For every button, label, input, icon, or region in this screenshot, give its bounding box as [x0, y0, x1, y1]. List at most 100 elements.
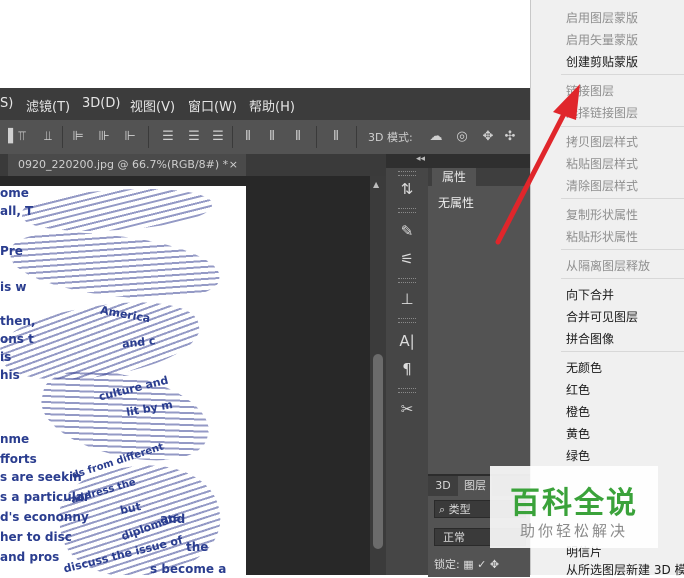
- distribute-bottom-icon[interactable]: ☰: [210, 129, 226, 145]
- document-text: and: [160, 512, 186, 526]
- toolbar-divider: [62, 126, 63, 148]
- toolbar-divider: [316, 126, 317, 148]
- adjustment-icon[interactable]: ✂: [394, 396, 420, 422]
- align-hcenter-icon[interactable]: ⊪: [96, 129, 112, 145]
- menu-item-green[interactable]: 绿色: [566, 447, 590, 464]
- menu-item-release-from-isolation[interactable]: 从隔离图层释放: [566, 257, 650, 274]
- menu-item-new-3d-from-layer[interactable]: 从所选图层新建 3D 模: [566, 561, 684, 578]
- distribute-left-icon[interactable]: ⦀: [240, 129, 256, 145]
- clone-source-icon[interactable]: ⇅: [394, 176, 420, 202]
- document-text: is w: [0, 280, 27, 294]
- document-text: fforts: [0, 452, 37, 466]
- menu-item-yellow[interactable]: 黄色: [566, 425, 590, 442]
- distribute-top-icon[interactable]: ☰: [160, 129, 176, 145]
- menu-item-merge-down[interactable]: 向下合并: [566, 286, 614, 303]
- tab-3d[interactable]: 3D: [430, 476, 456, 496]
- lock-label: 锁定:: [434, 558, 460, 571]
- align-top-icon[interactable]: ⫪: [14, 129, 30, 145]
- menu-item-orange[interactable]: 橙色: [566, 403, 590, 420]
- menu-item-link-layers[interactable]: 链接图层: [566, 82, 614, 99]
- properties-panel: 属性 无属性: [428, 168, 530, 474]
- document-tab[interactable]: 0920_220200.jpg @ 66.7%(RGB/8#) * ×: [8, 154, 246, 176]
- document-text: d's econonny: [0, 510, 89, 524]
- document-canvas[interactable]: ome all, T Pre is w then, ons t is his n…: [0, 186, 246, 575]
- watermark-subtitle: 助你轻松解决: [519, 522, 628, 540]
- menu-item-window[interactable]: 窗口(W): [188, 96, 237, 115]
- scroll-up-icon[interactable]: ▲: [373, 180, 379, 189]
- tab-properties[interactable]: 属性: [432, 168, 476, 186]
- menu-item-help[interactable]: 帮助(H): [249, 96, 295, 115]
- document-text: all, T: [0, 204, 34, 218]
- warped-text-art: [7, 225, 223, 307]
- vertical-scrollbar[interactable]: ▲: [370, 176, 386, 575]
- menu-item-copy-layer-style[interactable]: 拷贝图层样式: [566, 133, 638, 150]
- menu-item-copy-shape-attributes[interactable]: 复制形状属性: [566, 206, 638, 223]
- toolbar-divider: [232, 126, 233, 148]
- canvas-workspace: ome all, T Pre is w then, ons t is his n…: [0, 176, 370, 575]
- lock-transparent-icon[interactable]: ▦: [463, 558, 477, 571]
- align-left-icon[interactable]: ⊫: [70, 129, 86, 145]
- menu-item-paste-layer-style[interactable]: 粘贴图层样式: [566, 155, 638, 172]
- menu-item-clear-layer-style[interactable]: 清除图层样式: [566, 177, 638, 194]
- auto-align-icon[interactable]: ⫴: [328, 129, 344, 145]
- menu-item-select-linked-layers[interactable]: 选择链接图层: [566, 104, 638, 121]
- document-text: s are seekin: [0, 470, 82, 484]
- document-tab-title: 0920_220200.jpg @ 66.7%(RGB/8#) *: [18, 158, 229, 171]
- menu-separator: [561, 126, 684, 127]
- menu-item-enable-vector-mask[interactable]: 启用矢量蒙版: [566, 31, 638, 48]
- collapse-icon[interactable]: ◂◂: [416, 154, 425, 164]
- 3d-pan-icon[interactable]: ✥: [480, 129, 496, 145]
- menu-separator: [561, 351, 684, 352]
- search-icon: ⌕: [439, 503, 449, 516]
- menu-item-paste-shape-attributes[interactable]: 粘贴形状属性: [566, 228, 638, 245]
- document-text: then,: [0, 314, 36, 328]
- menu-item-create-clipping-mask[interactable]: 创建剪贴蒙版: [566, 53, 638, 70]
- menu-item-no-color[interactable]: 无颜色: [566, 359, 602, 376]
- menu-item-3d[interactable]: 3D(D): [82, 96, 120, 111]
- document-text: is: [0, 350, 12, 364]
- menu-item-flatten-image[interactable]: 拼合图像: [566, 330, 614, 347]
- 3d-slide-icon[interactable]: ✣: [502, 129, 518, 145]
- document-text: the: [186, 540, 209, 554]
- document-tab-bar: 0920_220200.jpg @ 66.7%(RGB/8#) * ×: [0, 154, 386, 176]
- document-text: ons t: [0, 332, 34, 346]
- distribute-hcenter-icon[interactable]: ⦀: [264, 129, 280, 145]
- panel-grip[interactable]: [398, 388, 416, 393]
- options-bar: ▐ ⫪ ⫫ ⊫ ⊪ ⊩ ☰ ☰ ☰ ⦀ ⦀ ⦀ ⫴ 3D 模式: ☁ ◎ ✥ ✣: [0, 120, 530, 155]
- menu-item-red[interactable]: 红色: [566, 381, 590, 398]
- menu-separator: [561, 278, 684, 279]
- character-icon[interactable]: A|: [394, 328, 420, 354]
- 3d-roll-icon[interactable]: ◎: [454, 129, 470, 145]
- document-text: and pros: [0, 550, 60, 564]
- panel-icon-strip: ⇅ ✎ ⚟ ⊥ A| ¶ ✂: [386, 168, 429, 575]
- menu-separator: [561, 198, 684, 199]
- menu-bar: S) 滤镜(T) 3D(D) 视图(V) 窗口(W) 帮助(H): [0, 88, 530, 121]
- menu-item-enable-layer-mask[interactable]: 启用图层蒙版: [566, 9, 638, 26]
- close-icon[interactable]: ×: [229, 154, 238, 176]
- panel-grip[interactable]: [398, 208, 416, 213]
- brush-icon[interactable]: ⚟: [394, 246, 420, 272]
- lock-position-icon[interactable]: ✥: [490, 558, 499, 571]
- panel-grip[interactable]: [398, 278, 416, 283]
- menu-item-view[interactable]: 视图(V): [130, 96, 175, 115]
- menu-item-merge-visible[interactable]: 合并可见图层: [566, 308, 638, 325]
- brush-presets-icon[interactable]: ✎: [394, 218, 420, 244]
- document-text: her to disc: [0, 530, 72, 544]
- 3d-mode-label: 3D 模式:: [368, 131, 413, 144]
- menu-item-partial[interactable]: S): [0, 96, 13, 111]
- filter-label: 类型: [448, 503, 471, 516]
- document-text: Pre: [0, 244, 23, 258]
- background-area: [0, 0, 530, 88]
- panel-grip[interactable]: [398, 318, 416, 323]
- align-bottom-icon[interactable]: ⫫: [40, 129, 56, 145]
- scrollbar-thumb[interactable]: [373, 354, 383, 549]
- align-right-icon[interactable]: ⊩: [122, 129, 138, 145]
- tab-layers[interactable]: 图层: [458, 476, 492, 496]
- distribute-vcenter-icon[interactable]: ☰: [186, 129, 202, 145]
- distribute-right-icon[interactable]: ⦀: [290, 129, 306, 145]
- menu-item-filter[interactable]: 滤镜(T): [26, 96, 70, 115]
- 3d-rotate-icon[interactable]: ☁: [428, 129, 444, 145]
- tool-presets-icon[interactable]: ⊥: [394, 286, 420, 312]
- paragraph-icon[interactable]: ¶: [394, 356, 420, 382]
- lock-paint-icon[interactable]: ✓: [477, 558, 490, 571]
